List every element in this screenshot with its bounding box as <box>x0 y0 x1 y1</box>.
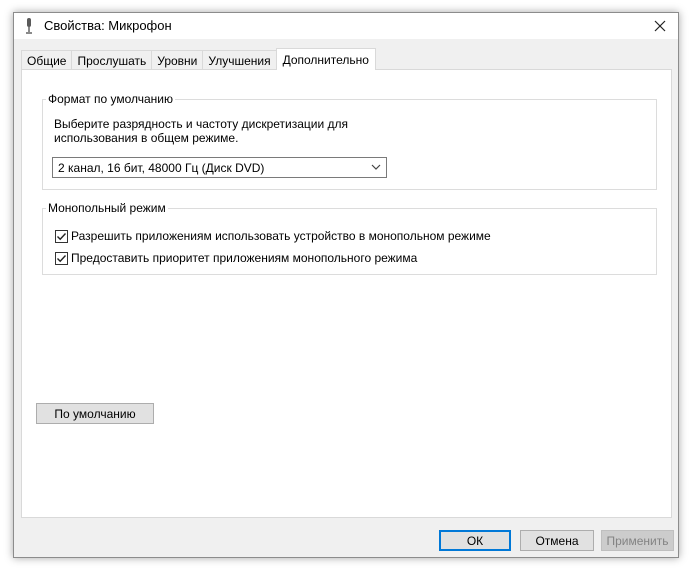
tab-enhancements[interactable]: Улучшения <box>202 50 277 70</box>
restore-defaults-button[interactable]: По умолчанию <box>36 403 154 424</box>
checkmark-icon <box>57 254 67 262</box>
tab-listen[interactable]: Прослушать <box>71 50 153 70</box>
allow-exclusive-checkbox[interactable] <box>55 229 68 243</box>
default-format-group: Формат по умолчанию Выберите разрядность… <box>42 92 657 190</box>
properties-dialog: Свойства: Микрофон Общие Прослушать Уров… <box>13 12 679 558</box>
tab-label: Уровни <box>157 53 198 68</box>
tab-general[interactable]: Общие <box>21 50 73 70</box>
tab-label: Улучшения <box>208 53 271 68</box>
checkmark-icon <box>57 232 67 240</box>
default-format-legend: Формат по умолчанию <box>46 92 175 106</box>
window-title: Свойства: Микрофон <box>44 18 172 33</box>
format-select-value: 2 канал, 16 бит, 48000 Гц (Диск DVD) <box>58 161 265 175</box>
tab-label: Прослушать <box>77 53 147 68</box>
exclusive-mode-legend: Монопольный режим <box>46 201 168 215</box>
allow-exclusive-label: Разрешить приложениям использовать устро… <box>71 229 491 243</box>
close-button[interactable] <box>642 13 678 39</box>
exclusive-priority-checkbox[interactable] <box>55 251 68 265</box>
tab-label: Общие <box>27 53 67 68</box>
allow-exclusive-option[interactable]: Разрешить приложениям использовать устро… <box>55 228 491 244</box>
title-bar[interactable]: Свойства: Микрофон <box>14 13 678 39</box>
exclusive-priority-label: Предоставить приоритет приложениям моноп… <box>71 251 418 265</box>
cancel-button[interactable]: Отмена <box>520 530 594 551</box>
tab-advanced[interactable]: Дополнительно <box>275 48 376 70</box>
format-select[interactable]: 2 канал, 16 бит, 48000 Гц (Диск DVD) <box>52 157 387 178</box>
advanced-tab-panel: Формат по умолчанию Выберите разрядность… <box>21 69 672 518</box>
close-icon <box>654 20 666 32</box>
chevron-down-icon <box>371 164 381 170</box>
default-format-description: Выберите разрядность и частоту дискретиз… <box>54 117 349 145</box>
tab-strip: Общие Прослушать Уровни Улучшения Дополн… <box>21 48 376 70</box>
exclusive-mode-group: Монопольный режим Разрешить приложениям … <box>42 201 657 275</box>
ok-button[interactable]: ОК <box>439 530 511 551</box>
microphone-icon <box>24 18 34 34</box>
apply-button[interactable]: Применить <box>601 530 674 551</box>
exclusive-priority-option[interactable]: Предоставить приоритет приложениям моноп… <box>55 250 417 266</box>
tab-label: Дополнительно <box>282 52 369 67</box>
tab-levels[interactable]: Уровни <box>151 50 204 70</box>
